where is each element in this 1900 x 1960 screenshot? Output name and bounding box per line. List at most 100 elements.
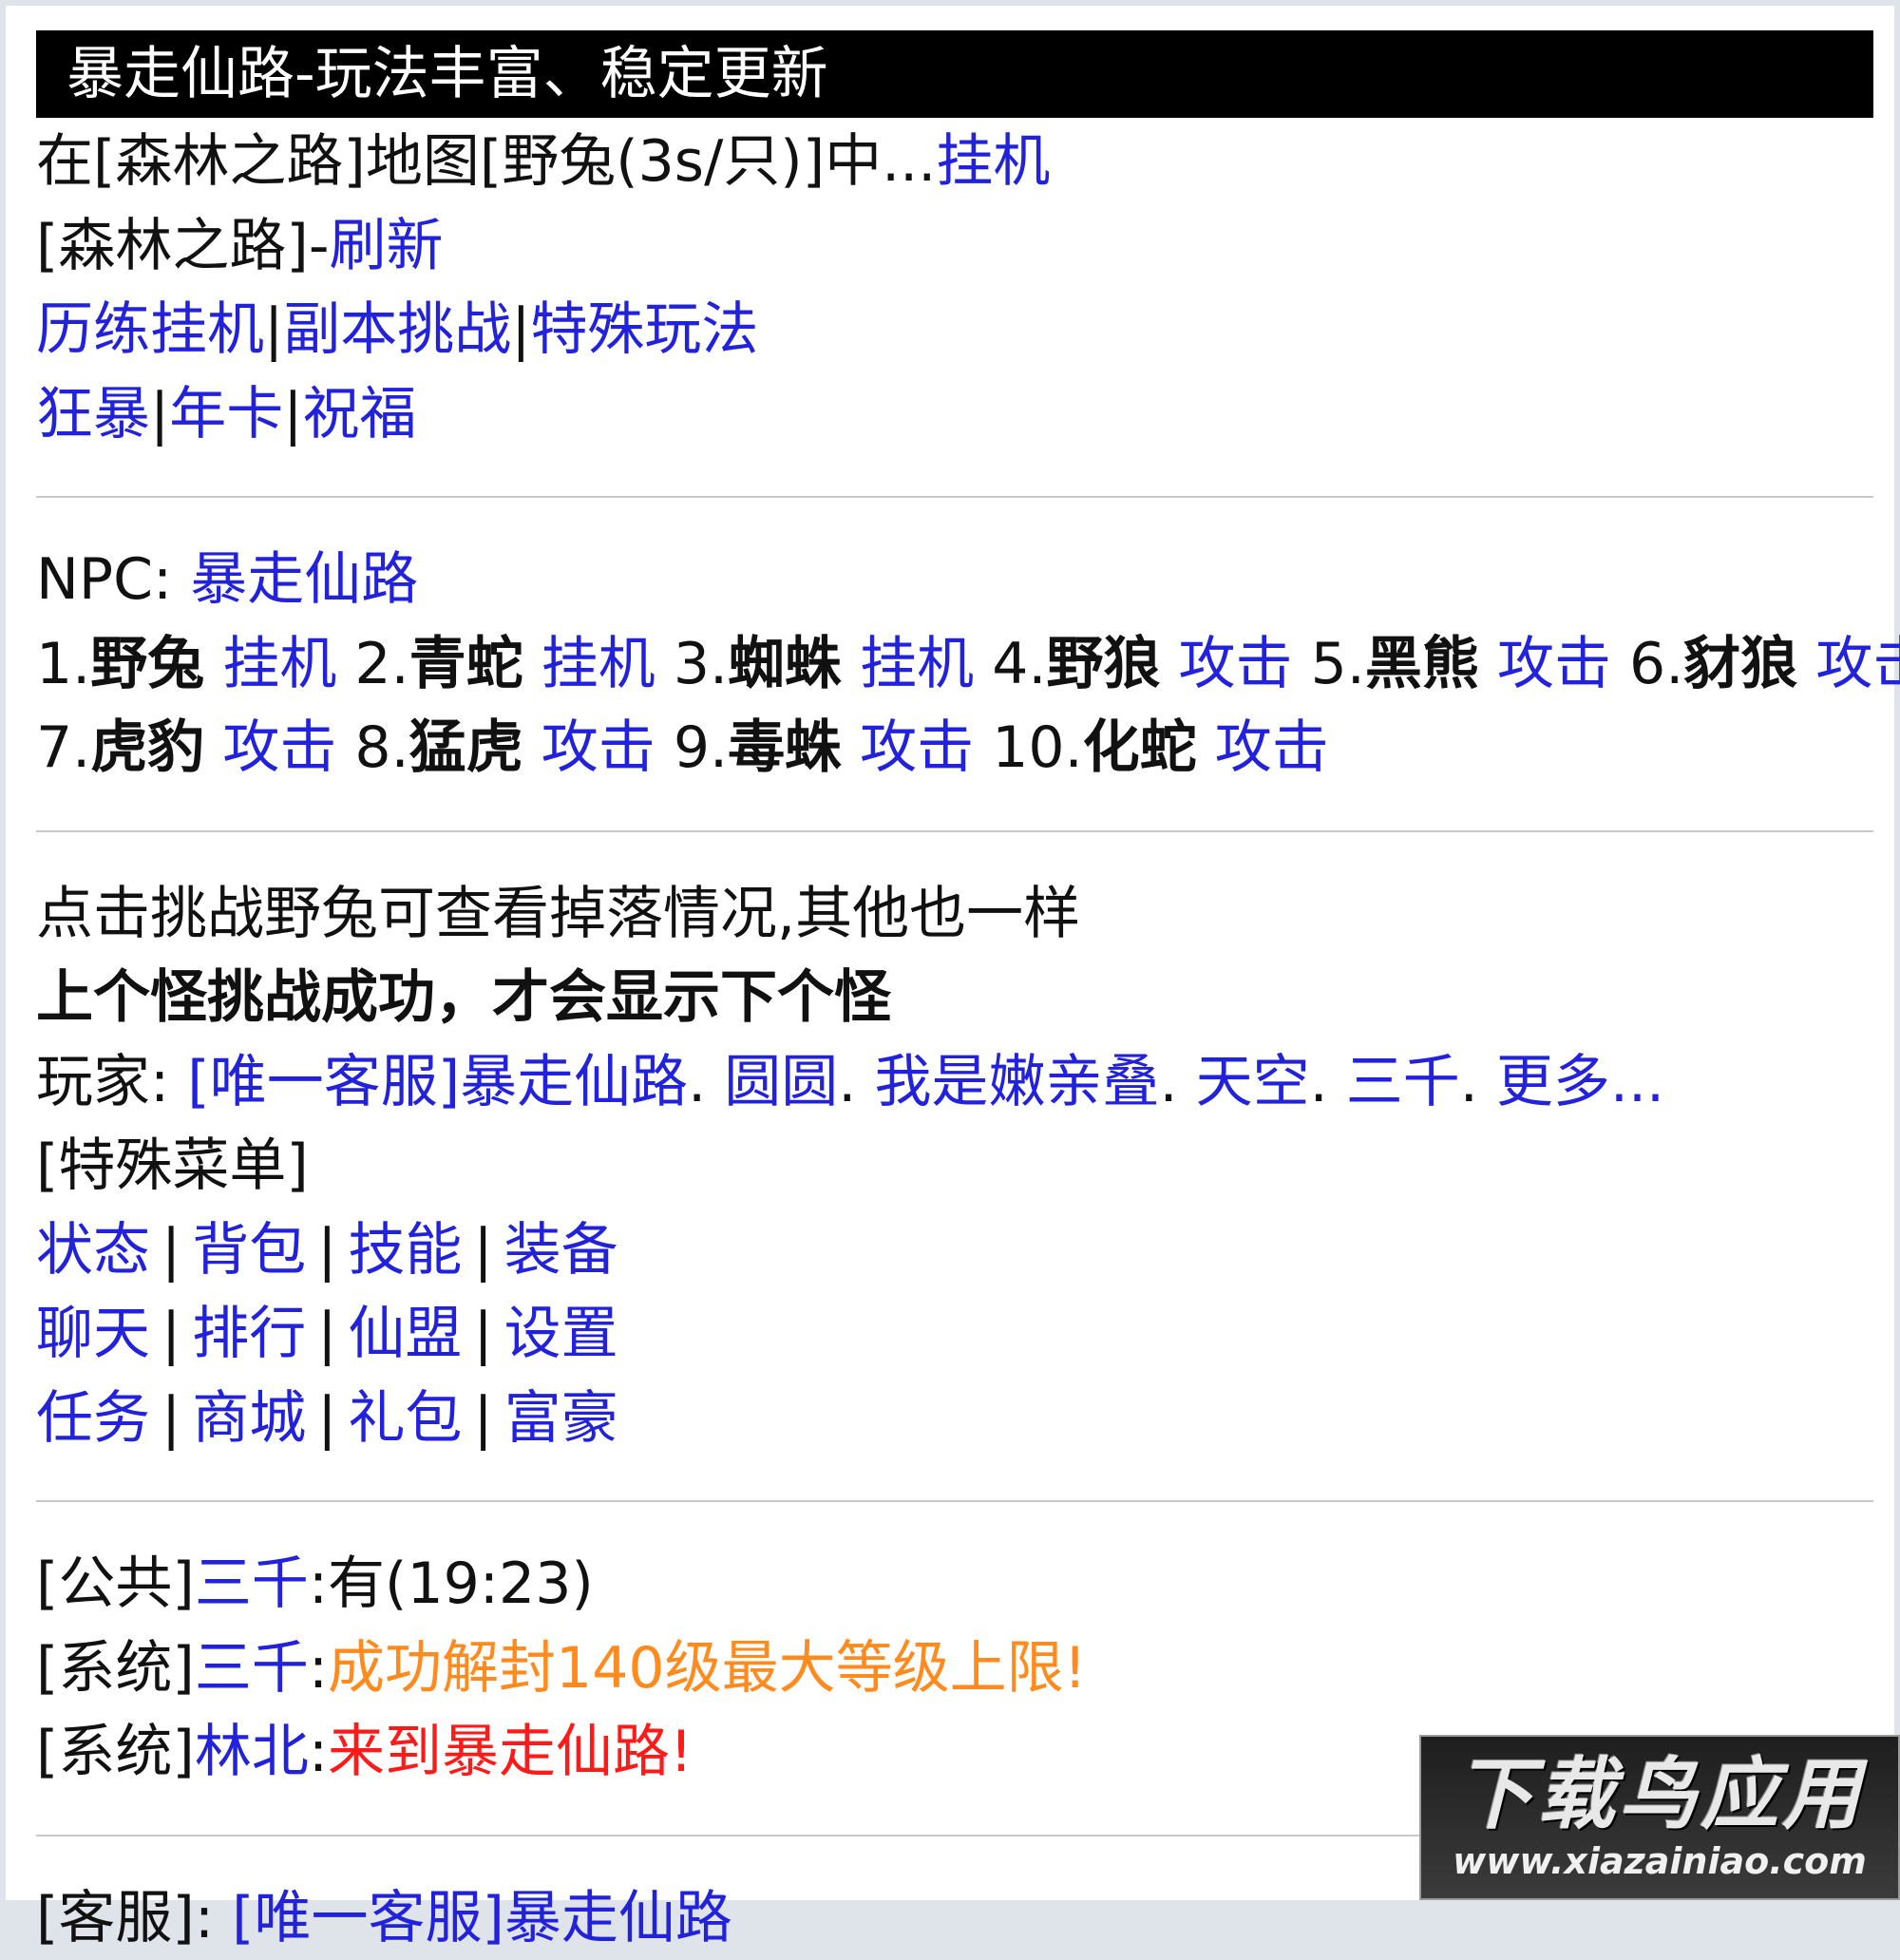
refresh-link[interactable]: 刷新 [329,213,443,279]
menu-link-equipment[interactable]: 装备 [504,1217,618,1284]
monster-action-link[interactable]: 攻击 [1215,714,1329,781]
monster-action-link[interactable]: 挂机 [222,631,336,697]
menu-separator: | [150,1301,192,1367]
map-line: [森林之路]-刷新 [36,204,1873,289]
monster-entry: 8.猛虎 攻击 [354,714,655,781]
title-bar: 暴走仙路-玩法丰富、稳定更新 [36,30,1873,118]
drop-tip: 点击挑战野兔可查看掉落情况,其他也一样 [36,881,1080,947]
menu-row: 聊天|排行|仙盟|设置 [36,1292,1873,1377]
content: 暴走仙路-玩法丰富、稳定更新 在[森林之路]地图[野兔(3s/只)]中...挂机… [36,30,1873,1960]
page-title: 暴走仙路-玩法丰富、稳定更新 [66,41,828,107]
menu-link-gift[interactable]: 礼包 [348,1385,462,1452]
players-line: 玩家: [唯一客服]暴走仙路. 圆圆. 我是嫩亲叠. 天空. 三千. 更多... [36,1040,1873,1125]
monster-entry: 9.毒蛛 攻击 [674,714,974,781]
menu-separator: | [462,1301,504,1367]
monster-action-link[interactable]: 攻击 [1497,631,1611,697]
monster-entry: 4.野狼 攻击 [992,631,1292,697]
monster-name: 毒蛛 [728,714,842,781]
chat-channel: [公共] [36,1551,195,1617]
monster-entry: 7.虎豹 攻击 [36,714,336,781]
player-link[interactable]: 三千 [1346,1049,1460,1115]
notice-line: 上个怪挑战成功，才会显示下个怪 [36,956,1873,1040]
chat-user-link[interactable]: 林北 [195,1719,309,1785]
players-more-link[interactable]: 更多... [1496,1049,1664,1115]
map-name: [森林之路]- [36,213,329,279]
monster-action-link[interactable]: 挂机 [860,631,974,697]
perk-link-annual-card[interactable]: 年卡 [169,381,283,447]
npc-label: NPC: [36,546,190,613]
monster-action-link[interactable]: 挂机 [542,631,656,697]
monster-entry: 6.豺狼 攻击 [1629,631,1900,697]
chat-user-link[interactable]: 三千 [195,1635,309,1702]
monster-action-link[interactable]: 攻击 [1815,631,1900,697]
pipe-separator: | [264,296,283,363]
monster-action-link[interactable]: 攻击 [1179,631,1293,697]
monster-name: 蜘蛛 [728,631,842,697]
player-link[interactable]: 我是嫩亲叠 [874,1049,1159,1115]
menu-separator: | [150,1217,192,1284]
status-idle-link[interactable]: 挂机 [936,128,1050,195]
monster-name: 猛虎 [409,714,523,781]
monster-row: 7.虎豹 攻击 8.猛虎 攻击 9.毒蛛 攻击 10.化蛇 攻击 [36,706,1873,790]
menu-link-settings[interactable]: 设置 [504,1301,618,1367]
tip-line: 点击挑战野兔可查看掉落情况,其他也一样 [36,872,1873,957]
menu-link-tasks[interactable]: 任务 [36,1385,150,1452]
menu-separator: | [150,1385,192,1452]
menu-link-skills[interactable]: 技能 [348,1217,462,1284]
menu-link-shop[interactable]: 商城 [192,1385,306,1452]
chat-channel: [系统] [36,1719,195,1785]
menu-separator: | [462,1217,504,1284]
perk-link-blessing[interactable]: 祝福 [302,381,416,447]
status-line: 在[森林之路]地图[野兔(3s/只)]中...挂机 [36,120,1873,204]
perks-line: 狂暴|年卡|祝福 [36,372,1873,457]
monster-action-link[interactable]: 攻击 [542,714,656,781]
special-menu-label: [特殊菜单] [36,1132,309,1199]
menu-separator: | [306,1301,348,1367]
player-link[interactable]: 天空 [1196,1049,1310,1115]
player-link[interactable]: [唯一客服]暴走仙路 [187,1049,688,1115]
menu-link-chat[interactable]: 聊天 [36,1301,150,1367]
perk-link-berserk[interactable]: 狂暴 [36,381,150,447]
menu-row: 任务|商城|礼包|富豪 [36,1377,1873,1461]
menu-separator: | [462,1385,504,1452]
monster-row: 1.野兔 挂机 2.青蛇 挂机 3.蜘蛛 挂机 4.野狼 攻击 5.黑熊 攻击 … [36,622,1873,707]
mode-link-special[interactable]: 特殊玩法 [530,296,758,363]
chat-user-link[interactable]: 三千 [195,1551,309,1617]
monster-entry: 3.蜘蛛 挂机 [674,631,974,697]
player-link[interactable]: 圆圆 [724,1049,838,1115]
mode-link-training[interactable]: 历练挂机 [36,296,264,363]
chat-channel: [系统] [36,1635,195,1702]
monster-name: 黑熊 [1365,631,1479,697]
menu-link-status[interactable]: 状态 [36,1217,150,1284]
monster-action-link[interactable]: 攻击 [860,714,974,781]
menu-link-bag[interactable]: 背包 [192,1217,306,1284]
page: 暴走仙路-玩法丰富、稳定更新 在[森林之路]地图[野兔(3s/只)]中...挂机… [6,6,1894,1900]
pipe-separator: | [150,381,169,447]
support-link[interactable]: [唯一客服]暴走仙路 [232,1885,732,1951]
menu-link-rich[interactable]: 富豪 [504,1385,618,1452]
npc-line: NPC: 暴走仙路 [36,538,1873,622]
menu-separator: | [306,1217,348,1284]
chat-line: [公共]三千:有(19:23) [36,1542,1873,1627]
monster-entry: 1.野兔 挂机 [36,631,336,697]
npc-link[interactable]: 暴走仙路 [190,546,418,613]
monster-entry: 5.黑熊 攻击 [1311,631,1611,697]
monster-name: 虎豹 [90,714,204,781]
watermark-url: www.xiazainiao.com [1453,1838,1867,1884]
status-text: 在[森林之路]地图[野兔(3s/只)]中... [36,128,936,195]
chat-message: 成功解封140级最大等级上限! [328,1635,1087,1702]
menu-link-ranking[interactable]: 排行 [192,1301,306,1367]
menu-separator: | [306,1385,348,1452]
chat-line: [系统]三千:成功解封140级最大等级上限! [36,1627,1873,1711]
monster-name: 豺狼 [1683,631,1797,697]
players-label: 玩家: [36,1049,187,1115]
modes-line: 历练挂机|副本挑战|特殊玩法 [36,288,1873,372]
pipe-separator: | [511,296,530,363]
menu-link-alliance[interactable]: 仙盟 [348,1301,462,1367]
unlock-notice: 上个怪挑战成功，才会显示下个怪 [36,964,891,1031]
mode-link-dungeon[interactable]: 副本挑战 [283,296,511,363]
watermark-logo: 下载鸟应用 www.xiazainiao.com [1419,1735,1900,1900]
monster-name: 野兔 [90,631,204,697]
pipe-separator: | [283,381,302,447]
monster-action-link[interactable]: 攻击 [222,714,336,781]
